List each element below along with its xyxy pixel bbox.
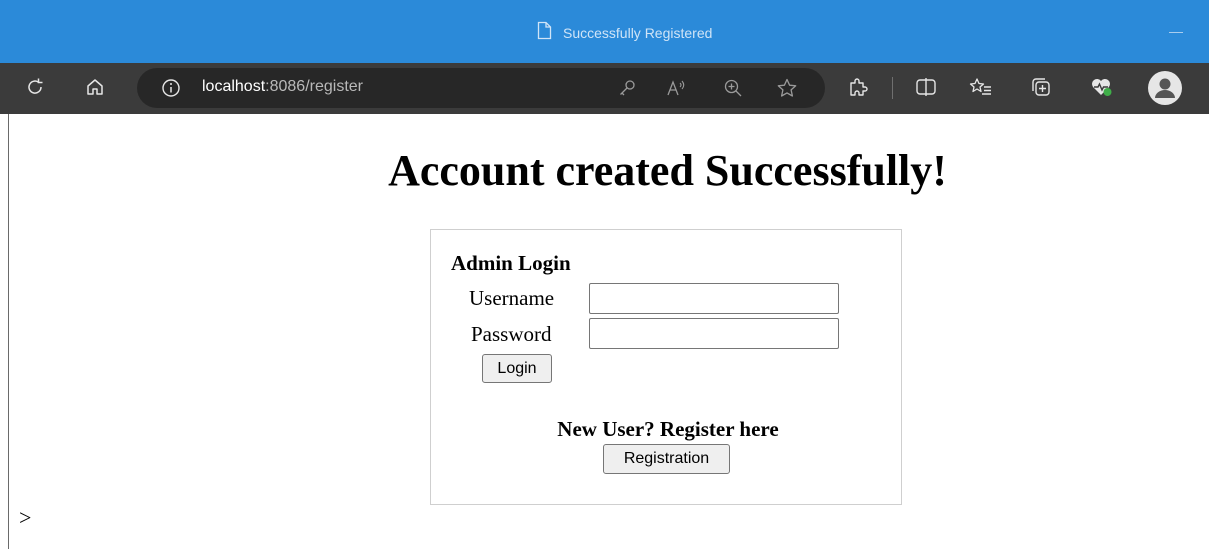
minimize-button[interactable] xyxy=(1169,32,1183,33)
toolbar-divider xyxy=(892,77,893,99)
registration-button[interactable]: Registration xyxy=(603,444,730,474)
extensions-icon[interactable] xyxy=(846,75,870,99)
split-screen-icon[interactable] xyxy=(914,75,938,99)
page-title: Account created Successfully! xyxy=(388,146,947,195)
window-title: Successfully Registered xyxy=(537,21,713,45)
window-title-bar: Successfully Registered xyxy=(0,0,1209,63)
favorites-list-icon[interactable] xyxy=(969,75,993,99)
refresh-icon[interactable] xyxy=(23,75,47,99)
stray-text: > xyxy=(19,505,32,530)
site-info-icon[interactable] xyxy=(159,76,183,100)
browser-essentials-icon[interactable] xyxy=(1089,75,1113,99)
username-label: Username xyxy=(469,286,555,310)
new-user-text: New User? Register here xyxy=(557,417,779,441)
document-icon xyxy=(537,21,552,45)
home-icon[interactable] xyxy=(83,75,107,99)
url-path: :8086/register xyxy=(265,78,363,95)
window-title-text: Successfully Registered xyxy=(563,25,713,41)
favorite-star-icon[interactable] xyxy=(775,76,799,100)
password-label: Password xyxy=(471,322,552,346)
collections-icon[interactable] xyxy=(1029,75,1053,99)
browser-toolbar: localhost:8086/register xyxy=(0,63,1209,114)
url-text[interactable]: localhost:8086/register xyxy=(202,78,363,96)
profile-avatar[interactable] xyxy=(1148,71,1182,105)
admin-login-box: Admin Login Username Password Login New … xyxy=(430,229,902,505)
username-input[interactable] xyxy=(589,283,839,314)
login-button[interactable]: Login xyxy=(482,354,552,383)
read-aloud-icon[interactable] xyxy=(665,76,689,100)
zoom-icon[interactable] xyxy=(721,76,745,100)
password-input[interactable] xyxy=(589,318,839,349)
address-bar[interactable]: localhost:8086/register xyxy=(137,68,825,108)
url-host: localhost xyxy=(202,78,266,95)
admin-login-heading: Admin Login xyxy=(451,251,571,275)
key-icon[interactable] xyxy=(615,76,639,100)
